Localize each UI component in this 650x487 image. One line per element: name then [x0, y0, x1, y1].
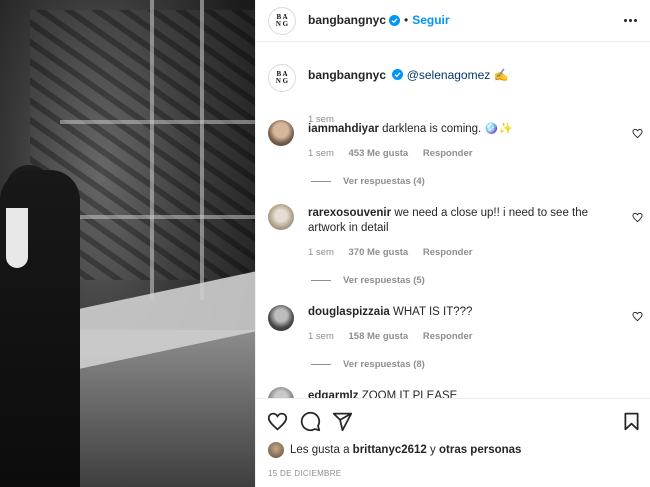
comment-like-heart-icon[interactable]: [632, 311, 643, 322]
comment-like-heart-icon[interactable]: [632, 212, 643, 223]
comment-text: douglaspizzaia WHAT IS IT???: [308, 305, 613, 320]
likes-others-link[interactable]: otras personas: [439, 444, 521, 456]
bookmark-icon[interactable]: [621, 411, 642, 432]
comment-like-heart-icon[interactable]: [632, 128, 643, 139]
comments-list[interactable]: B A N G bangbangnyc @selenagomez ✍️ 1 se…: [256, 42, 650, 398]
view-replies-button[interactable]: Ver respuestas (4): [311, 176, 425, 187]
likes-user-link[interactable]: brittanyc2612: [353, 444, 427, 456]
photo-person: [0, 170, 80, 487]
commenter-avatar[interactable]: [268, 387, 294, 398]
comment-username[interactable]: rarexosouvenir: [308, 207, 391, 219]
commenter-avatar[interactable]: [268, 120, 294, 146]
caption-text: bangbangnyc @selenagomez ✍️: [308, 68, 613, 83]
photo-window-frame: [60, 120, 255, 124]
post-detail-panel: B A N G bangbangnyc • Seguir B A N G ban…: [255, 0, 650, 487]
caption-emoji: ✍️: [493, 68, 509, 82]
view-replies-button[interactable]: Ver respuestas (8): [311, 359, 425, 370]
comment-text: rarexosouvenir we need a close up!! i ne…: [308, 206, 613, 236]
account-avatar[interactable]: B A N G: [268, 7, 296, 35]
header-separator: •: [404, 13, 409, 27]
comment-body: ZOOM IT PLEASE: [361, 390, 458, 398]
replies-divider: [311, 181, 331, 182]
comment-time: 1 sem: [308, 247, 334, 258]
caption-mention[interactable]: @selenagomez: [407, 68, 491, 82]
view-replies-label: Ver respuestas (5): [343, 275, 425, 286]
comment-reply-button[interactable]: Responder: [423, 148, 473, 159]
follow-button[interactable]: Seguir: [412, 13, 449, 27]
more-icon[interactable]: [621, 11, 639, 29]
comment-meta: 1 sem 453 Me gusta Responder: [308, 148, 484, 159]
comment-username[interactable]: edgarmlz: [308, 390, 359, 398]
caption-row: B A N G bangbangnyc @selenagomez ✍️ 1 se…: [256, 64, 650, 125]
heart-icon[interactable]: [267, 411, 288, 432]
verified-badge-icon: [389, 14, 401, 26]
comment-text: edgarmlz ZOOM IT PLEASE: [308, 389, 613, 398]
comment-likes[interactable]: 453 Me gusta: [349, 148, 409, 159]
view-replies-button[interactable]: Ver respuestas (5): [311, 275, 425, 286]
header-account-line: bangbangnyc • Seguir: [308, 13, 450, 27]
comment-row: douglaspizzaia WHAT IS IT??? 1 sem 158 M…: [256, 303, 650, 373]
liker-avatar[interactable]: [268, 442, 284, 458]
header-username[interactable]: bangbangnyc: [308, 13, 386, 27]
comment-reply-button[interactable]: Responder: [423, 331, 473, 342]
comment-icon[interactable]: [300, 411, 321, 432]
account-logo-text: B A N G: [275, 13, 289, 28]
comment-username[interactable]: iammahdiyar: [308, 123, 379, 135]
comment-row: edgarmlz ZOOM IT PLEASE: [256, 387, 650, 398]
comment-reply-button[interactable]: Responder: [423, 247, 473, 258]
comment-meta: 1 sem 158 Me gusta Responder: [308, 331, 484, 342]
likes-conj: y: [430, 444, 436, 456]
commenter-avatar[interactable]: [268, 204, 294, 230]
view-replies-label: Ver respuestas (8): [343, 359, 425, 370]
send-icon[interactable]: [332, 411, 353, 432]
comment-time: 1 sem: [308, 331, 334, 342]
comment-likes[interactable]: 158 Me gusta: [349, 331, 409, 342]
replies-divider: [311, 280, 331, 281]
likes-prefix: Les gusta a: [290, 444, 350, 456]
replies-divider: [311, 364, 331, 365]
likes-summary: Les gusta a brittanyc2612 y otras person…: [268, 442, 521, 458]
comment-likes[interactable]: 370 Me gusta: [349, 247, 409, 258]
comment-row: rarexosouvenir we need a close up!! i ne…: [256, 204, 650, 289]
caption-avatar[interactable]: B A N G: [268, 64, 296, 92]
comment-time: 1 sem: [308, 148, 334, 159]
photo-window-frame: [150, 0, 154, 300]
photo-person-back: [6, 208, 28, 268]
post-photo[interactable]: [0, 0, 255, 487]
comment-meta: 1 sem 370 Me gusta Responder: [308, 247, 484, 258]
photo-window-frame: [60, 215, 255, 219]
view-replies-label: Ver respuestas (4): [343, 176, 425, 187]
comment-row: iammahdiyar darklena is coming. 🪩✨ 1 sem…: [256, 120, 650, 190]
post-actions-bar: Les gusta a brittanyc2612 y otras person…: [256, 398, 650, 487]
comment-body: darklena is coming. 🪩✨: [382, 123, 514, 135]
commenter-avatar[interactable]: [268, 305, 294, 331]
photo-window-frame: [200, 0, 204, 300]
post-date[interactable]: 15 DE DICIEMBRE: [268, 469, 341, 478]
caption-username[interactable]: bangbangnyc: [308, 68, 386, 82]
comment-username[interactable]: douglaspizzaia: [308, 306, 390, 318]
post-header: B A N G bangbangnyc • Seguir: [256, 0, 650, 42]
verified-badge-icon: [392, 69, 404, 80]
comment-body: WHAT IS IT???: [393, 306, 473, 318]
caption-logo-text: B A N G: [275, 70, 289, 85]
comment-text: iammahdiyar darklena is coming. 🪩✨: [308, 122, 613, 137]
